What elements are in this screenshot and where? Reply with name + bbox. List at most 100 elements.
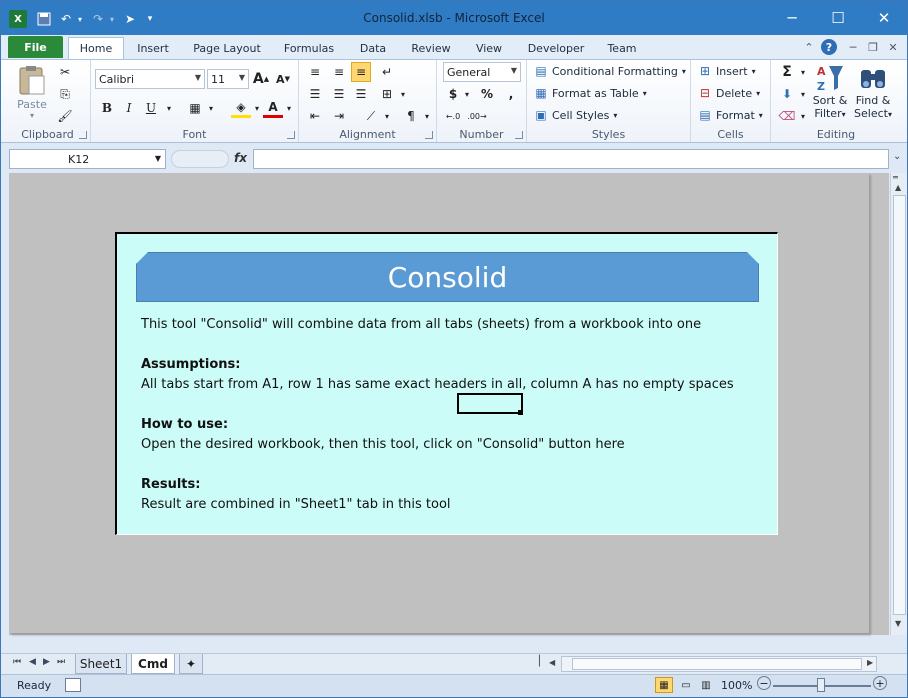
fill-handle[interactable] — [518, 410, 523, 415]
borders-dropdown-icon[interactable]: ▾ — [201, 98, 221, 118]
split-box-icon[interactable]: ═ — [893, 173, 898, 182]
expand-formula-icon[interactable]: ⌄ — [893, 151, 901, 162]
insert-cells-button[interactable]: ⊞ Insert ▾ — [697, 63, 756, 79]
shrink-font-icon[interactable]: A ▼ — [273, 69, 293, 89]
font-name-select[interactable]: Calibri ▼ — [95, 69, 205, 89]
align-left-icon[interactable]: ☰ — [305, 84, 325, 104]
tab-page-layout[interactable]: Page Layout — [187, 37, 267, 59]
font-size-select[interactable]: 11 ▼ — [207, 69, 249, 89]
merge-dropdown-icon[interactable]: ▾ — [393, 84, 413, 104]
percent-button[interactable]: % — [477, 84, 497, 104]
align-top-icon[interactable]: ≡ — [305, 62, 325, 82]
tab-review[interactable]: Review — [405, 37, 457, 59]
insert-sheet-icon[interactable]: ✦ — [179, 654, 203, 674]
tab-formulas[interactable]: Formulas — [279, 37, 339, 59]
help-icon[interactable]: ? — [821, 39, 837, 55]
cut-icon[interactable]: ✂ — [55, 62, 75, 82]
zoom-in-icon[interactable]: + — [873, 676, 887, 690]
normal-view-icon[interactable]: ▦ — [655, 677, 673, 693]
close-button[interactable]: ✕ — [869, 7, 899, 29]
clear-dropdown-icon[interactable]: ▾ — [793, 106, 813, 126]
copy-icon[interactable]: ⎘ — [55, 84, 75, 104]
font-color-dropdown-icon[interactable]: ▾ — [279, 98, 299, 118]
italic-icon[interactable]: I — [119, 98, 139, 118]
number-format-select[interactable]: General ▼ — [443, 62, 521, 82]
horizontal-scroll-thumb[interactable] — [572, 658, 862, 670]
decrease-indent-icon[interactable]: ⇤ — [305, 106, 325, 126]
number-launcher-icon[interactable] — [515, 131, 523, 139]
currency-dropdown-icon[interactable]: ▾ — [457, 84, 477, 104]
alignment-launcher-icon[interactable] — [425, 131, 433, 139]
scroll-right-icon[interactable]: ▶ — [867, 658, 873, 667]
underline-dropdown-icon[interactable]: ▾ — [159, 98, 179, 118]
scroll-up-icon[interactable]: ▲ — [895, 183, 901, 192]
tab-team[interactable]: Team — [601, 37, 643, 59]
formula-input[interactable] — [253, 149, 889, 169]
autosum-dropdown-icon[interactable]: ▾ — [793, 62, 813, 82]
cell-styles-button[interactable]: ▣ Cell Styles ▾ — [533, 107, 617, 123]
page-layout-view-icon[interactable]: ▭ — [677, 677, 695, 693]
scroll-left-icon[interactable]: ◀ — [549, 658, 555, 667]
delete-cells-button[interactable]: ⊟ Delete ▾ — [697, 85, 760, 101]
grow-font-icon[interactable]: A ▲ — [251, 69, 271, 89]
font-launcher-icon[interactable] — [287, 131, 295, 139]
prev-sheet-icon[interactable]: ◀ — [29, 657, 36, 667]
wrap-text-icon[interactable]: ↵ — [377, 62, 397, 82]
conditional-formatting-button[interactable]: ▤ Conditional Formatting ▾ — [533, 63, 686, 79]
increase-decimal-icon[interactable]: ←.0 — [443, 106, 463, 126]
tab-data[interactable]: Data — [351, 37, 395, 59]
align-middle-icon[interactable]: ≡ — [329, 62, 349, 82]
increase-indent-icon[interactable]: ⇥ — [329, 106, 349, 126]
page-break-view-icon[interactable]: ▥ — [697, 677, 715, 693]
tab-file[interactable]: File — [8, 36, 63, 58]
align-right-icon[interactable]: ☰ — [351, 84, 371, 104]
results-heading: Results: — [141, 477, 201, 492]
tab-view[interactable]: View — [467, 37, 511, 59]
first-sheet-icon[interactable]: ⏮ — [13, 657, 21, 667]
tab-insert[interactable]: Insert — [129, 37, 177, 59]
format-cells-button[interactable]: ▤ Format ▾ — [697, 107, 762, 123]
zoom-slider-thumb[interactable] — [817, 678, 825, 692]
text-direction-dropdown-icon[interactable]: ▾ — [417, 106, 437, 126]
workbook-close-icon[interactable]: ✕ — [885, 39, 901, 55]
scroll-down-icon[interactable]: ▼ — [895, 619, 901, 628]
workbook-minimize-icon[interactable]: ─ — [845, 39, 861, 55]
minimize-button[interactable]: ─ — [777, 7, 807, 29]
vertical-scrollbar[interactable]: ═ ▲ ▼ — [890, 173, 907, 635]
zoom-out-icon[interactable]: − — [757, 676, 771, 690]
align-bottom-icon[interactable]: ≡ — [351, 62, 371, 82]
fill-dropdown-icon[interactable]: ▾ — [793, 84, 813, 104]
comma-button[interactable]: , — [501, 84, 521, 104]
last-sheet-icon[interactable]: ⏭ — [57, 657, 65, 667]
tab-home[interactable]: Home — [68, 37, 124, 59]
name-box[interactable]: K12 ▼ — [9, 149, 166, 169]
sort-filter-button[interactable]: AZ Sort & Filter▾ — [811, 62, 849, 120]
sheet-tab-cmd[interactable]: Cmd — [131, 654, 175, 674]
next-sheet-icon[interactable]: ▶ — [43, 657, 50, 667]
format-painter-icon[interactable]: 🖌 — [55, 106, 75, 126]
tab-split-handle[interactable]: ▏ — [539, 656, 547, 667]
vertical-scroll-thumb[interactable] — [893, 195, 906, 615]
decrease-decimal-icon[interactable]: .00→ — [467, 106, 487, 126]
align-center-icon[interactable]: ☰ — [329, 84, 349, 104]
insert-function-icon[interactable]: fx — [234, 151, 247, 165]
tab-developer[interactable]: Developer — [523, 37, 589, 59]
sheet-tab-sheet1[interactable]: Sheet1 — [75, 654, 127, 674]
find-select-button[interactable]: Find & Select▾ — [853, 62, 893, 120]
bold-icon[interactable]: B — [97, 98, 117, 118]
selected-cell[interactable] — [457, 393, 523, 414]
font-group: Calibri ▼ 11 ▼ A ▲ A ▼ B I U ▾ ▦ ▾ ◈ ▾ A ▾ F… — [91, 60, 299, 142]
zoom-level[interactable]: 100% — [721, 679, 752, 692]
clipboard-launcher-icon[interactable] — [79, 131, 87, 139]
macro-record-icon[interactable] — [65, 678, 81, 692]
format-as-table-button[interactable]: ▦ Format as Table ▾ — [533, 85, 646, 101]
minimize-ribbon-icon[interactable]: ⌃ — [801, 39, 817, 55]
paste-button[interactable]: Paste ▾ — [15, 64, 49, 120]
find-select-label-2: Select — [854, 107, 888, 120]
maximize-button[interactable]: ☐ — [823, 7, 853, 29]
horizontal-scrollbar[interactable] — [561, 656, 877, 672]
workbook-restore-icon[interactable]: ❐ — [865, 39, 881, 55]
orientation-dropdown-icon[interactable]: ▾ — [377, 106, 397, 126]
formula-bar-handle[interactable] — [171, 150, 229, 168]
underline-icon[interactable]: U — [141, 98, 161, 118]
